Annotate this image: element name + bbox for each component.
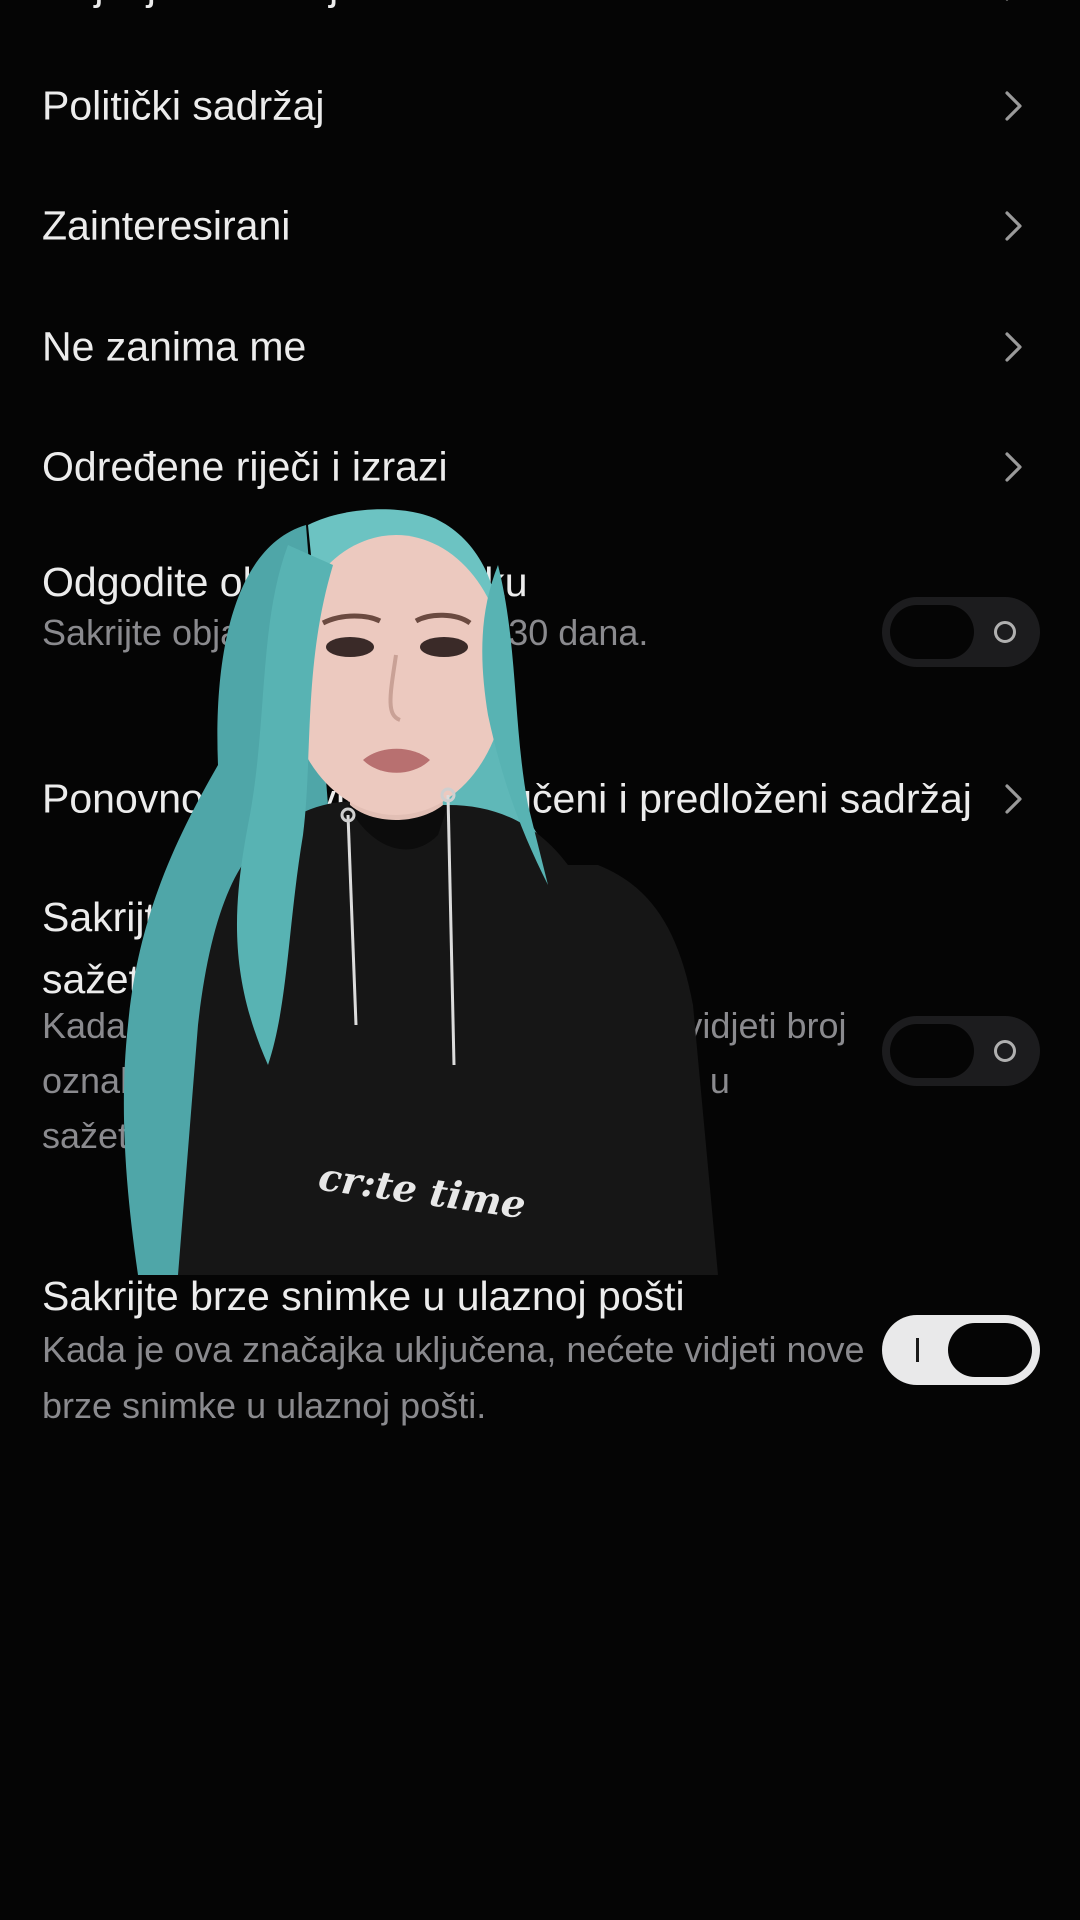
chevron-right-icon	[996, 450, 1030, 484]
menu-item-interested[interactable]: Zainteresirani	[42, 178, 1038, 274]
menu-item-label: Osjetljivi sadržaj	[42, 0, 338, 10]
settings-screen: Osjetljivi sadržaj Politički sadržaj Zai…	[0, 0, 1080, 1920]
chevron-right-icon	[996, 89, 1030, 123]
menu-item-specific-words[interactable]: Određene riječi i izrazi	[42, 419, 1038, 515]
menu-item-political-content[interactable]: Politički sadržaj	[42, 58, 1038, 154]
hide-snaps-setting: Sakrijte brze snimke u ulaznoj pošti Kad…	[42, 1270, 1040, 1430]
chevron-right-icon	[996, 330, 1030, 364]
menu-item-not-interested[interactable]: Ne zanima me	[42, 299, 1038, 395]
menu-item-label: Ne zanima me	[42, 323, 307, 370]
toggle-on-indicator-icon	[916, 1338, 919, 1362]
menu-item-label: Određene riječi i izrazi	[42, 443, 448, 490]
menu-item-label: Zainteresirani	[42, 202, 291, 249]
snooze-posts-toggle[interactable]	[882, 597, 1040, 667]
hide-snaps-description: Kada je ova značajka uključena, nećete v…	[42, 1329, 865, 1426]
toggle-knob	[948, 1323, 1032, 1377]
hide-snaps-title: Sakrijte brze snimke u ulaznoj pošti	[42, 1273, 685, 1319]
hide-like-counts-toggle[interactable]	[882, 1016, 1040, 1086]
menu-item-sensitive-content[interactable]: Osjetljivi sadržaj	[42, 0, 1038, 34]
chevron-right-icon	[996, 782, 1030, 816]
toggle-off-indicator-icon	[994, 621, 1016, 643]
person-portrait-sticker	[118, 505, 734, 1275]
chevron-right-icon	[996, 209, 1030, 243]
toggle-knob	[890, 605, 974, 659]
hide-snaps-toggle[interactable]	[882, 1315, 1040, 1385]
toggle-off-indicator-icon	[994, 1040, 1016, 1062]
toggle-knob	[890, 1024, 974, 1078]
chevron-right-icon	[996, 0, 1030, 3]
menu-item-label: Politički sadržaj	[42, 82, 325, 129]
